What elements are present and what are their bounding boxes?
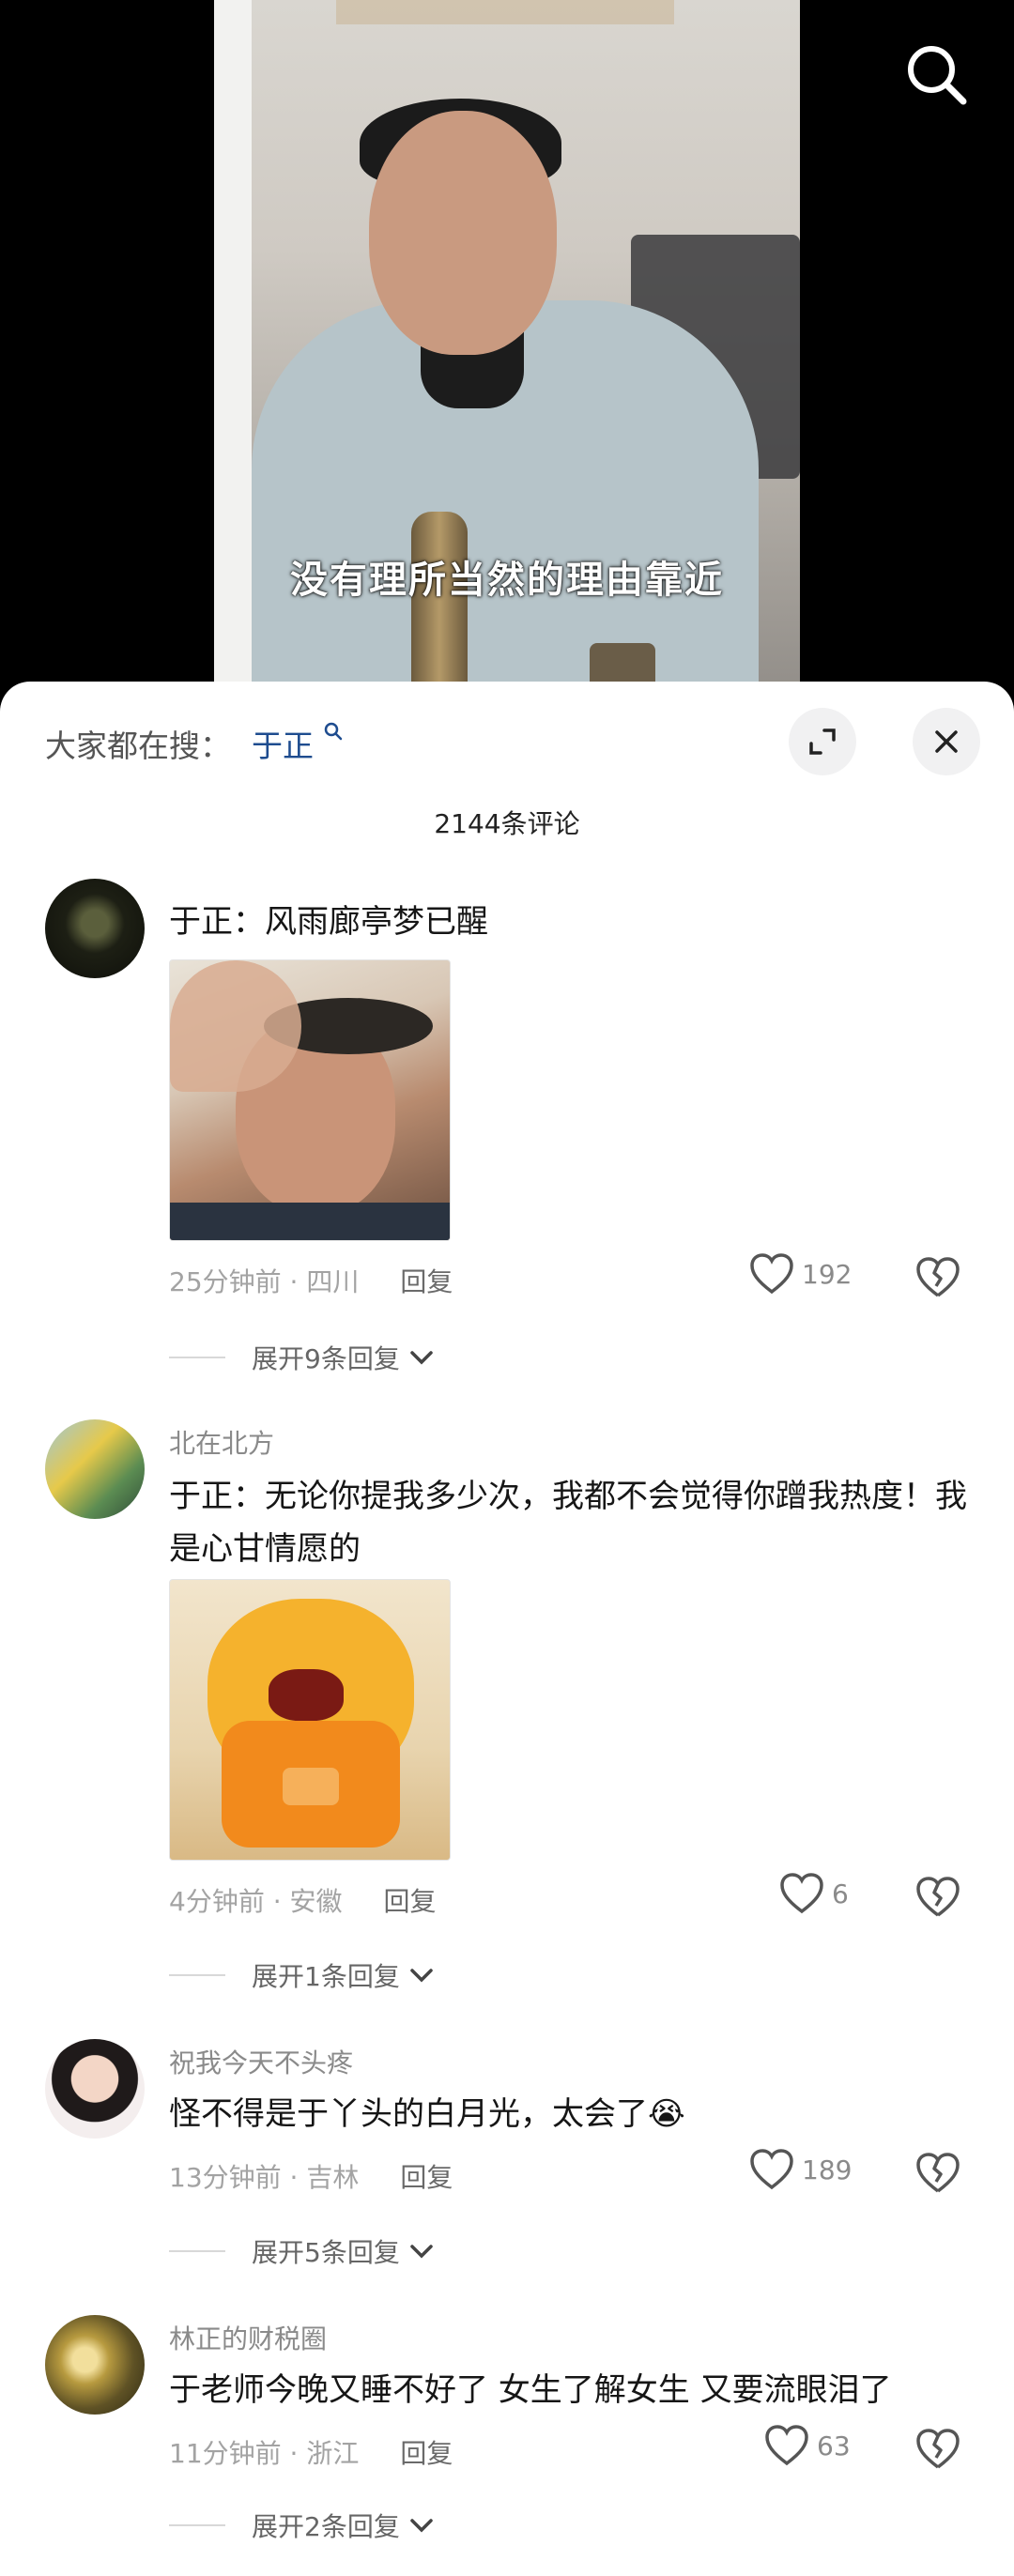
comment-time-location: 11分钟前 · 浙江	[169, 2438, 360, 2469]
comment-time-location: 4分钟前 · 安徽	[169, 1886, 343, 1917]
comment-text: 于老师今晚又睡不好了 女生了解女生 又要流眼泪了	[169, 2371, 892, 2409]
expand-replies-label: 展开2条回复	[252, 2511, 400, 2542]
small-search-icon	[324, 722, 343, 741]
close-panel-button[interactable]	[913, 708, 980, 775]
video-subtitle: 没有理所当然的理由靠近	[290, 558, 724, 602]
comment-image[interactable]	[169, 1579, 451, 1861]
expand-replies-button[interactable]: 展开1条回复	[169, 1956, 436, 1994]
like-count: 63	[817, 2430, 851, 2461]
heart-icon	[780, 1873, 823, 1914]
expand-replies-label: 展开9条回复	[252, 1343, 400, 1374]
reply-button[interactable]: 回复	[384, 1886, 437, 1917]
like-count: 6	[832, 1878, 849, 1909]
like-button[interactable]: 6	[779, 1872, 849, 1915]
comment-username[interactable]: 林正的财税圈	[169, 2319, 327, 2356]
expand-replies-label: 展开1条回复	[252, 1961, 400, 1992]
close-icon	[935, 730, 958, 753]
like-button[interactable]: 192	[749, 1252, 852, 1296]
avatar[interactable]	[45, 1419, 145, 1519]
video-player[interactable]: 没有理所当然的理由靠近	[0, 0, 1014, 713]
broken-heart-icon[interactable]	[915, 2428, 960, 2471]
hot-search-term[interactable]: 于正	[252, 721, 314, 766]
search-icon	[908, 46, 967, 105]
expand-replies-button[interactable]: 展开5条回复	[169, 2232, 436, 2270]
comment-meta: 4分钟前 · 安徽 回复	[169, 1881, 437, 1919]
comment-time-location: 13分钟前 · 吉林	[169, 2162, 360, 2193]
chevron-down-icon	[410, 2245, 433, 2259]
comment-username[interactable]: 北在北方	[169, 1423, 274, 1461]
chevron-down-icon	[410, 2519, 433, 2533]
comment-count: 2144条评论	[434, 808, 580, 839]
avatar[interactable]	[45, 2315, 145, 2415]
comment-username[interactable]: 祝我今天不头疼	[169, 2043, 353, 2080]
like-count: 189	[802, 2154, 853, 2185]
reply-button[interactable]: 回复	[400, 2438, 453, 2469]
comment-time-location: 25分钟前 · 四川	[169, 1266, 360, 1297]
heart-icon	[750, 2149, 793, 2190]
comment-text: 怪不得是于丫头的白月光，太会了😭	[169, 2095, 685, 2133]
chevron-down-icon	[410, 1351, 433, 1365]
expand-panel-button[interactable]	[789, 708, 856, 775]
broken-heart-icon[interactable]	[915, 2152, 960, 2195]
comment-meta: 25分钟前 · 四川 回复	[169, 1262, 453, 1299]
heart-icon	[765, 2425, 808, 2466]
heart-icon	[750, 1253, 793, 1295]
expand-icon	[809, 728, 836, 755]
comment-text: 于正：风雨廊亭梦已醒	[169, 903, 488, 941]
broken-heart-icon[interactable]	[915, 1256, 960, 1299]
expand-replies-button[interactable]: 展开2条回复	[169, 2507, 436, 2544]
like-count: 192	[802, 1258, 853, 1290]
comment-image[interactable]	[169, 959, 451, 1241]
reply-button[interactable]: 回复	[400, 2162, 453, 2193]
video-frame	[214, 0, 800, 713]
expand-replies-label: 展开5条回复	[252, 2237, 400, 2268]
like-button[interactable]: 63	[764, 2424, 851, 2467]
search-button[interactable]	[899, 38, 975, 113]
like-button[interactable]: 189	[749, 2148, 852, 2191]
chevron-down-icon	[410, 1969, 433, 1983]
comment-text: 于正：无论你提我多少次，我都不会觉得你蹭我热度！我是心甘情愿的	[169, 1478, 967, 1568]
hot-search-label: 大家都在搜：	[45, 728, 231, 764]
comment-meta: 13分钟前 · 吉林 回复	[169, 2157, 453, 2195]
expand-replies-button[interactable]: 展开9条回复	[169, 1339, 436, 1376]
comment-panel: 大家都在搜： 于正 2144条评论 于正：风雨廊亭梦已醒 25分钟前 · 四川回…	[0, 682, 1014, 2576]
reply-button[interactable]: 回复	[400, 1266, 453, 1297]
avatar[interactable]	[45, 2039, 145, 2139]
comment-meta: 11分钟前 · 浙江 回复	[169, 2433, 453, 2471]
broken-heart-icon[interactable]	[915, 1876, 960, 1919]
avatar[interactable]	[45, 879, 145, 978]
